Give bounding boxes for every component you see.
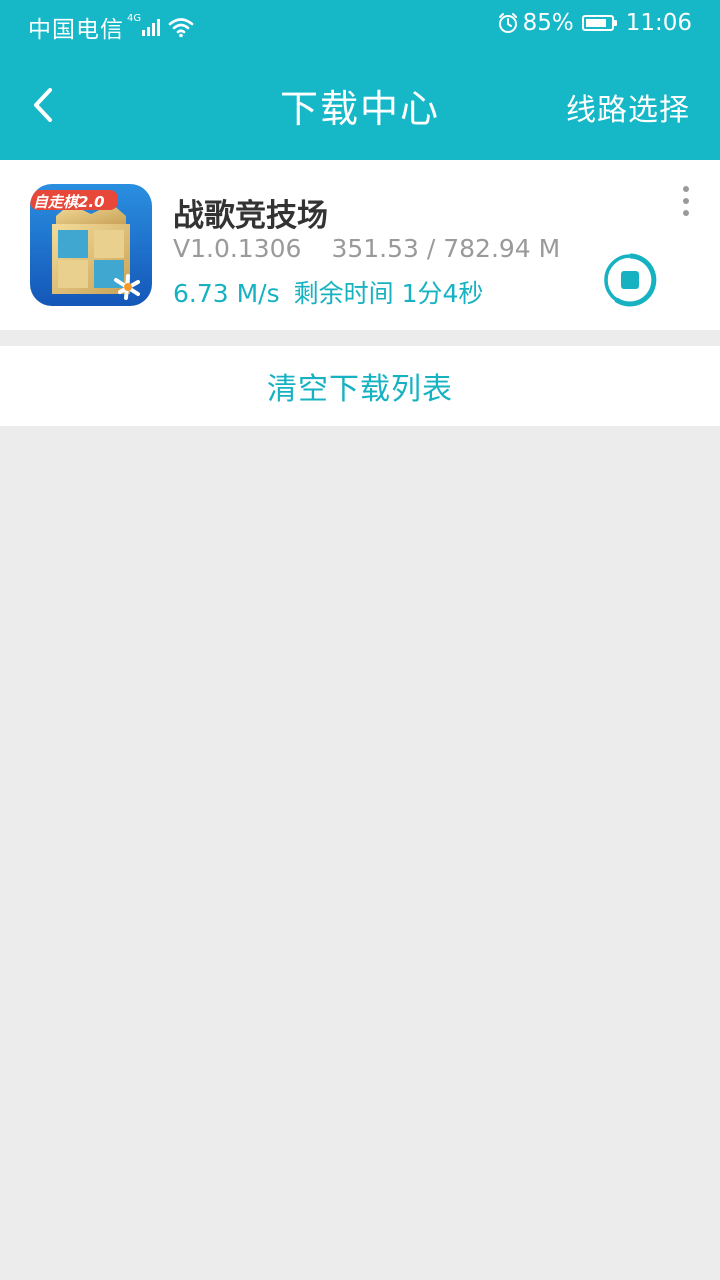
- download-progress: 351.53 / 782.94 M: [331, 234, 561, 263]
- app-icon: 自走棋2.0: [30, 184, 152, 306]
- remaining-time: 剩余时间 1分4秒: [293, 279, 484, 308]
- download-info: V1.0.1306 351.53 / 782.94 M: [173, 234, 560, 263]
- battery-percent: 85%: [522, 10, 574, 36]
- status-bar-left: 中国电信 4G: [28, 10, 194, 44]
- more-vertical-icon[interactable]: [676, 186, 696, 216]
- download-status: 6.73 M/s 剩余时间 1分4秒: [173, 274, 483, 310]
- clear-list-button[interactable]: 清空下载列表: [0, 346, 720, 426]
- stop-icon[interactable]: [603, 253, 657, 307]
- battery-fill: [585, 19, 607, 27]
- status-bar: 中国电信 4G 85% 11:06: [0, 0, 720, 50]
- carrier-name: 中国电信: [28, 17, 124, 43]
- route-select-button[interactable]: 线路选择: [566, 85, 690, 129]
- download-item[interactable]: 自走棋2.0 战歌竞技场 V1.0.1306 351.53 / 782.94 M …: [0, 160, 720, 330]
- app-name: 战歌竞技场: [173, 198, 328, 234]
- app-icon-badge-text: 自走棋2.0: [33, 193, 105, 211]
- signal-icon: [142, 18, 161, 36]
- download-speed: 6.73 M/s: [173, 279, 280, 308]
- network-type: 4G: [127, 12, 142, 24]
- app-version: V1.0.1306: [173, 234, 302, 263]
- status-bar-right: 85% 11:06: [497, 10, 692, 36]
- nav-bar: 下载中心 线路选择: [0, 50, 720, 160]
- app-header: 中国电信 4G 85% 11:06 下载中心 线路选择: [0, 0, 720, 160]
- clock: 11:06: [625, 10, 692, 36]
- alarm-icon: [498, 13, 517, 33]
- battery-icon: [581, 15, 617, 31]
- wifi-icon: [168, 18, 194, 38]
